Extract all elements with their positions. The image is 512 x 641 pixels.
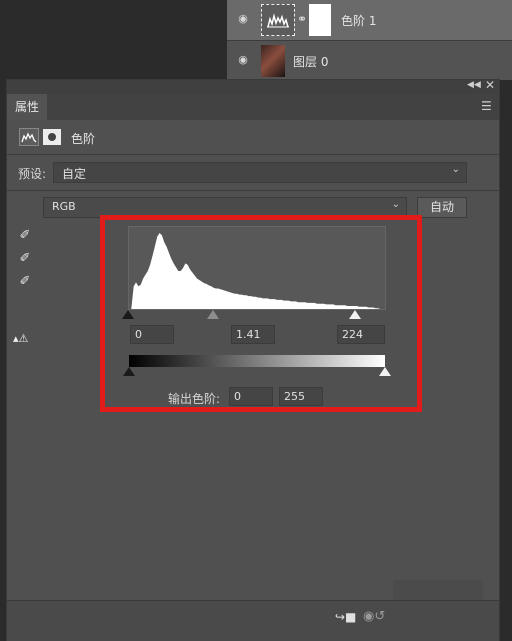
preset-label: 预设:: [18, 167, 47, 181]
white-point-eyedropper-icon[interactable]: ✐: [17, 274, 33, 290]
input-black-slider-handle[interactable]: [122, 310, 134, 319]
tab-bar: 属性 ☰: [7, 94, 499, 120]
clipping-warning-icon[interactable]: ▴⚠: [13, 332, 28, 345]
properties-panel: ◀◀ ✕ 属性 ☰ 色阶 预设: 自定 ⌄ RGB ⌄ 自动 ✐ ✐ ✐ ▴⚠: [6, 78, 500, 641]
levels-adjustment-thumbnail-icon: [261, 4, 295, 36]
gray-point-eyedropper-icon[interactable]: ✐: [17, 251, 33, 267]
auto-button[interactable]: 自动: [417, 197, 467, 218]
layer-row-levels[interactable]: ◉ ⚭ 色阶 1: [227, 0, 512, 40]
histogram-chart: [129, 233, 385, 309]
histogram-area: [128, 226, 386, 310]
panel-footer: ↪■ ◉↺: [7, 600, 499, 641]
preset-select[interactable]: 自定 ⌄: [53, 162, 467, 183]
layers-panel: ◉ ⚭ 色阶 1 ◉ 图层 0: [227, 0, 512, 80]
channel-value: RGB: [52, 200, 76, 213]
mask-icon[interactable]: [43, 129, 61, 145]
chevron-down-icon: ⌄: [391, 199, 400, 210]
chevron-down-icon: ⌄: [451, 164, 460, 175]
output-slider-track[interactable]: [123, 367, 391, 377]
input-white-field[interactable]: 224: [337, 325, 385, 344]
layer-name: 色阶 1: [341, 14, 377, 28]
output-levels-label: 输出色阶:: [168, 392, 221, 406]
output-black-field[interactable]: 0: [229, 387, 273, 406]
layer-row-image[interactable]: ◉ 图层 0: [227, 41, 512, 81]
tab-properties[interactable]: 属性: [7, 94, 47, 120]
input-white-slider-handle[interactable]: [348, 310, 361, 319]
close-icon[interactable]: ✕: [485, 78, 495, 92]
layer-name: 图层 0: [293, 55, 329, 69]
layer-mask-thumbnail[interactable]: [309, 4, 331, 36]
output-black-slider-handle[interactable]: [123, 367, 135, 376]
adjustment-title: 色阶: [71, 132, 96, 146]
clip-to-layer-icon[interactable]: ↪■: [335, 610, 356, 624]
input-black-field[interactable]: 0: [130, 325, 174, 344]
output-gradient-bar: [129, 355, 385, 367]
input-gamma-field[interactable]: 1.41: [231, 325, 275, 344]
visibility-eye-icon[interactable]: ◉: [236, 13, 250, 25]
portrait-thumbnail: [261, 45, 285, 77]
input-slider-track[interactable]: [122, 310, 386, 322]
output-white-field[interactable]: 255: [279, 387, 323, 406]
input-gamma-slider-handle[interactable]: [207, 310, 220, 319]
panel-body-shade: [393, 580, 483, 600]
preset-value: 自定: [62, 167, 87, 181]
histogram-fill: [129, 233, 385, 309]
panel-menu-icon[interactable]: ☰: [481, 99, 492, 113]
header-divider: [7, 154, 499, 155]
black-point-eyedropper-icon[interactable]: ✐: [17, 228, 33, 244]
levels-icon[interactable]: [19, 128, 39, 146]
visibility-eye-icon[interactable]: ◉: [236, 54, 250, 66]
preset-divider: [7, 190, 499, 191]
collapse-icon[interactable]: ◀◀: [467, 80, 481, 90]
view-previous-icon[interactable]: ◉↺: [363, 609, 385, 624]
layer-link-chain-icon[interactable]: ⚭: [297, 12, 307, 26]
output-white-slider-handle[interactable]: [379, 367, 391, 376]
panel-title-bar[interactable]: ◀◀ ✕: [7, 78, 499, 94]
